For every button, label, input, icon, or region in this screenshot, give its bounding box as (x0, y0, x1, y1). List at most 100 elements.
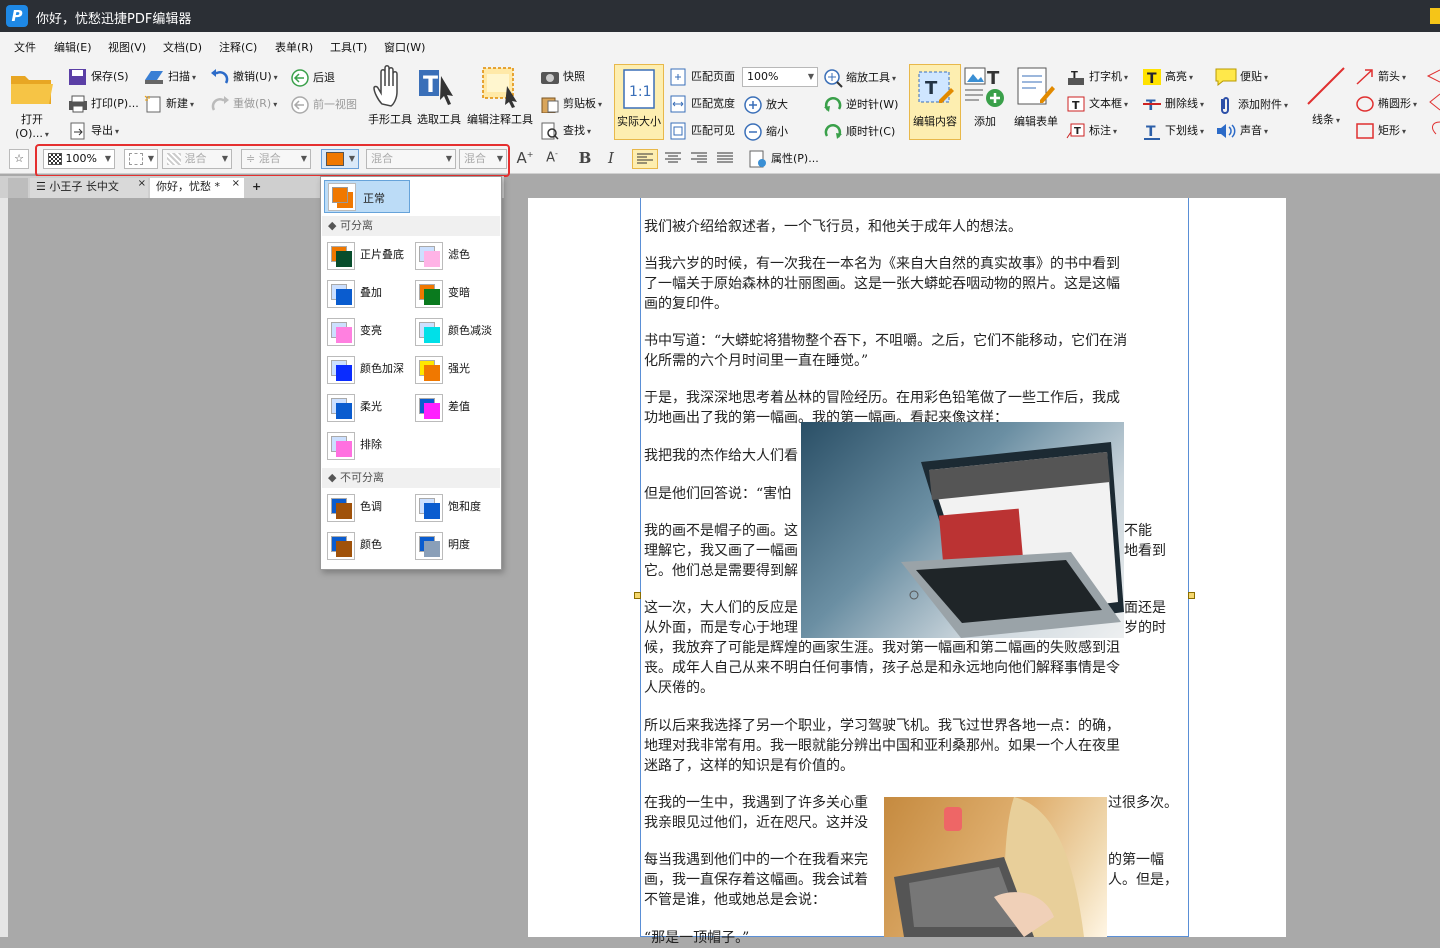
swatch-icon (327, 532, 355, 560)
menu-comment[interactable]: 注释(C) (219, 39, 257, 55)
resize-handle-right[interactable] (1188, 592, 1195, 599)
border-style-select[interactable]: ▼ (124, 149, 158, 169)
select-tool-button[interactable]: T 选取工具 (414, 64, 464, 127)
menu-view[interactable]: 视图(V) (108, 39, 146, 55)
paragraph: 迷路了，这样的知识是有价值的。 (644, 758, 854, 774)
edit-annotation-tool-button[interactable]: 编辑注释工具 (465, 64, 535, 127)
menu-file[interactable]: 文件 (14, 39, 36, 55)
blend-option[interactable]: 滤色 (415, 238, 499, 272)
menu-edit[interactable]: 编辑(E) (54, 39, 92, 55)
save-button[interactable]: 保存(S) (68, 68, 129, 86)
snapshot-button[interactable]: 快照 (540, 68, 585, 86)
blend-select-1[interactable]: 混合 ▼ (162, 149, 232, 169)
edit-content-button[interactable]: T 编辑内容 (909, 64, 961, 140)
resize-handle-left[interactable] (634, 592, 641, 599)
blend-option[interactable]: 色调 (327, 490, 411, 524)
tab-doc-2[interactable]: 你好，忧愁 * × (150, 178, 244, 198)
align-right-icon (691, 152, 707, 163)
blend-option[interactable]: 排除 (327, 428, 411, 462)
new-button[interactable]: 新建 ▾ (143, 95, 194, 113)
blend-option[interactable]: 颜色 (327, 528, 411, 562)
highlight-button[interactable]: T 高亮 ▾ (1142, 68, 1193, 86)
fit-visible-button[interactable]: 匹配可见 (668, 122, 735, 140)
align-left-button[interactable] (632, 149, 658, 169)
tabs-scroll-left[interactable] (8, 178, 28, 198)
blend-option[interactable]: 变亮 (327, 314, 411, 348)
font-select[interactable]: 混合 ▼ (366, 149, 456, 169)
line-style-select[interactable]: ≑ 混合 ▼ (241, 149, 311, 169)
edit-form-button[interactable]: 编辑表单 (1010, 64, 1062, 129)
font-size-select[interactable]: 混合 ▼ (459, 149, 507, 169)
zoom-tool-button[interactable]: 缩放工具 ▾ (823, 68, 896, 88)
redo-button[interactable]: 重做(R) ▾ (210, 95, 277, 113)
blend-option[interactable]: 变暗 (415, 276, 499, 310)
zoom-out-button[interactable]: 缩小 (743, 122, 788, 142)
undo-button[interactable]: 撤销(U) ▾ (210, 68, 278, 86)
blend-option[interactable]: 叠加 (327, 276, 411, 310)
blend-option[interactable]: 差值 (415, 390, 499, 424)
fit-page-button[interactable]: 匹配页面 (668, 68, 735, 86)
align-justify-button[interactable] (712, 149, 738, 169)
opacity-select[interactable]: 100% ▼ (43, 149, 115, 169)
clipboard-button[interactable]: 剪贴板 ▾ (540, 95, 602, 113)
blend-option[interactable]: 饱和度 (415, 490, 499, 524)
strikethrough-button[interactable]: T 删除线 ▾ (1142, 95, 1204, 113)
menu-window[interactable]: 窗口(W) (384, 39, 425, 55)
print-button[interactable]: 打印(P)... (68, 95, 139, 113)
arrow-button[interactable]: 箭头 ▾ (1355, 68, 1406, 86)
find-button[interactable]: 查找 ▾ (540, 122, 591, 140)
new-tab-button[interactable]: + (246, 178, 262, 198)
decrease-font-icon[interactable]: A- (541, 149, 563, 169)
blend-option[interactable]: 正片叠底 (327, 238, 411, 272)
back-button[interactable]: 后退 (290, 68, 335, 88)
sticky-note-button[interactable]: 便贴 ▾ (1215, 68, 1268, 86)
blend-option[interactable]: 柔光 (327, 390, 411, 424)
add-button[interactable]: T 添加 (963, 64, 1007, 129)
window-control-button[interactable] (1430, 8, 1440, 24)
rotate-ccw-button[interactable]: 逆时针(W) (823, 95, 898, 115)
menu-form[interactable]: 表单(R) (275, 39, 313, 55)
scan-button[interactable]: 扫描 ▾ (143, 68, 196, 86)
callout-button[interactable]: T 标注 ▾ (1066, 122, 1117, 140)
hand-tool-button[interactable]: 手形工具 (366, 64, 414, 127)
line-button[interactable]: 线条 ▾ (1302, 64, 1350, 127)
align-center-button[interactable] (660, 149, 686, 169)
more-shapes-icon[interactable] (1422, 66, 1440, 142)
properties-button[interactable]: 属性(P)... (748, 150, 819, 168)
menu-tools[interactable]: 工具(T) (330, 39, 367, 55)
fit-width-button[interactable]: 匹配宽度 (668, 95, 735, 113)
italic-button[interactable]: I (600, 149, 622, 169)
woman-laptop-photo[interactable] (884, 797, 1107, 937)
ellipse-label: 椭圆形 (1378, 97, 1411, 110)
close-icon[interactable]: × (138, 175, 146, 193)
underline-button[interactable]: T 下划线 ▾ (1142, 122, 1204, 140)
rectangle-button[interactable]: 矩形 ▾ (1355, 122, 1406, 140)
blend-option[interactable]: 颜色减淡 (415, 314, 499, 348)
blend-option[interactable]: 强光 (415, 352, 499, 386)
menu-document[interactable]: 文档(D) (163, 39, 202, 55)
tab-doc-1[interactable]: ☰ 小王子 长中文 × (30, 178, 148, 198)
zoom-level-select[interactable]: 100% ▼ (742, 67, 818, 87)
blend-option-selected[interactable]: 正常 (324, 180, 410, 213)
rotate-cw-button[interactable]: 顺时针(C) (823, 122, 895, 142)
laptop-photo[interactable] (801, 422, 1124, 638)
zoom-in-button[interactable]: 放大 (743, 95, 788, 115)
typewriter-button[interactable]: T 打字机 ▾ (1066, 68, 1128, 86)
blend-option[interactable]: 明度 (415, 528, 499, 562)
svg-text:T: T (1147, 71, 1157, 86)
textbox-button[interactable]: T 文本框 ▾ (1066, 95, 1128, 113)
bold-button[interactable]: B (574, 149, 596, 169)
close-icon[interactable]: × (232, 175, 240, 193)
blend-option[interactable]: 颜色加深 (327, 352, 411, 386)
attach-file-button[interactable]: 添加附件 ▾ (1215, 95, 1288, 115)
ellipse-button[interactable]: 椭圆形 ▾ (1355, 95, 1417, 113)
previous-view-button[interactable]: 前一视图 (290, 95, 357, 115)
fill-color-button[interactable]: ▼ (321, 149, 359, 169)
open-button[interactable]: 打开(O)... ▾ (6, 68, 58, 140)
pin-icon[interactable]: ☆ (9, 149, 29, 169)
export-button[interactable]: 导出 ▾ (68, 122, 119, 140)
align-right-button[interactable] (686, 149, 712, 169)
increase-font-icon[interactable]: A+ (514, 149, 536, 169)
sound-button[interactable]: 声音 ▾ (1215, 122, 1268, 140)
actual-size-button[interactable]: 1:1 实际大小 (614, 64, 664, 140)
